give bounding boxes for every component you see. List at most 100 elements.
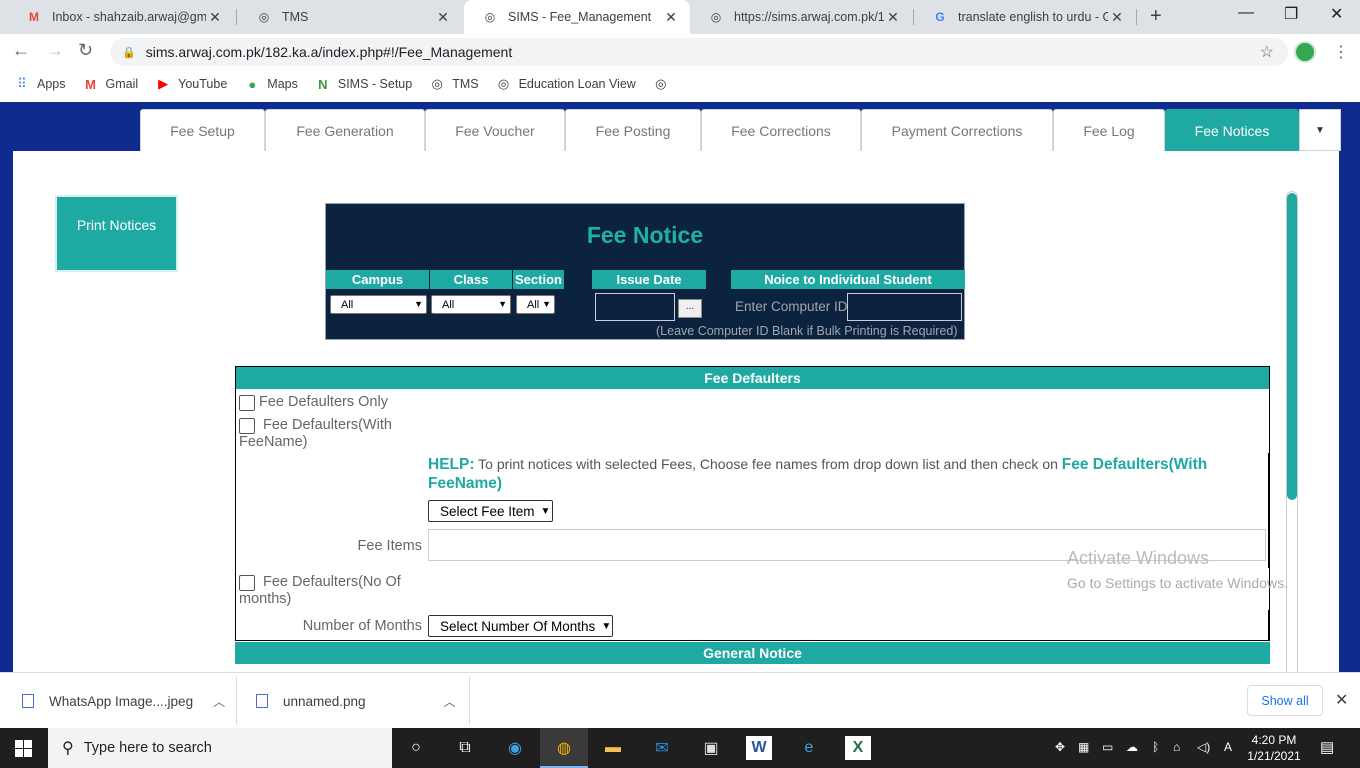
bookmark-education-loan[interactable]: ◎ Education Loan View: [496, 76, 636, 92]
print-notices-button[interactable]: Print Notices: [55, 195, 178, 272]
close-tab-icon[interactable]: ✕: [434, 9, 452, 26]
bookmark-apps[interactable]: ⠿ Apps: [14, 76, 65, 92]
browser-tab-sims-url[interactable]: ◎ https://sims.arwaj.com.pk/182 ✕: [690, 0, 912, 34]
clock-date: 1/21/2021: [1247, 749, 1301, 763]
tab-fee-setup[interactable]: Fee Setup: [140, 109, 265, 151]
chevron-up-icon[interactable]: ︿: [444, 693, 456, 710]
notifications-icon[interactable]: ▤: [1320, 738, 1334, 756]
campus-header: Campus: [326, 270, 429, 289]
edge-icon[interactable]: ◉: [502, 736, 528, 760]
fee-defaulters-only-checkbox[interactable]: [239, 395, 255, 411]
task-view-icon[interactable]: ⧉: [452, 736, 478, 760]
issue-date-input[interactable]: [595, 293, 675, 321]
taskbar-search-box[interactable]: ⚲ Type here to search: [48, 728, 392, 768]
browser-tab-google[interactable]: G translate english to urdu - Goo ✕: [914, 0, 1136, 34]
fee-defaulters-section: Fee Defaulters Fee Defaulters Only Fee D…: [235, 366, 1270, 641]
select-fee-item-dropdown[interactable]: Select Fee Item ▼: [428, 500, 553, 522]
tab-fee-notices[interactable]: Fee Notices: [1165, 109, 1299, 151]
download-item[interactable]: unnamed.png ︿: [256, 673, 456, 729]
browser-toolbar: ← → ↻ 🔒 sims.arwaj.com.pk/182.ka.a/index…: [0, 34, 1360, 70]
browser-tab-tms[interactable]: ◎ TMS ✕: [238, 0, 462, 34]
tab-fee-log[interactable]: Fee Log: [1053, 109, 1165, 151]
fee-defaulters-only-label: Fee Defaulters Only: [259, 394, 388, 410]
tray-cloud-icon[interactable]: ☁: [1126, 740, 1138, 754]
store-icon[interactable]: ▣: [698, 736, 724, 760]
scrollbar-thumb[interactable]: [1287, 193, 1297, 500]
network-icon[interactable]: ⌂: [1173, 740, 1180, 754]
sims-icon: N: [318, 76, 328, 92]
chrome-icon[interactable]: ◍: [551, 736, 577, 760]
close-tab-icon[interactable]: ✕: [206, 9, 224, 26]
profile-avatar[interactable]: [1294, 41, 1316, 63]
bookmark-tms[interactable]: ◎ TMS: [429, 76, 479, 92]
chevron-down-icon: ▼: [498, 299, 507, 309]
restore-icon[interactable]: ❐: [1284, 4, 1298, 24]
tab-divider: [236, 9, 237, 25]
computer-id-input[interactable]: [847, 293, 962, 321]
fee-defaulters-with-name-option[interactable]: Fee Defaulters(With FeeName): [239, 417, 419, 451]
class-select[interactable]: All ▼: [431, 295, 511, 314]
tray-app-icon[interactable]: ▦: [1078, 740, 1089, 754]
date-picker-button[interactable]: ...: [678, 299, 702, 318]
tab-fee-voucher[interactable]: Fee Voucher: [425, 109, 565, 151]
close-tab-icon[interactable]: ✕: [662, 9, 680, 26]
chevron-up-icon[interactable]: ︿: [213, 693, 225, 710]
bookmark-label: YouTube: [178, 77, 228, 91]
browser-tab-gmail[interactable]: M Inbox - shahzaib.arwaj@gmail. ✕: [8, 0, 234, 34]
file-explorer-icon[interactable]: ▬: [600, 736, 626, 760]
tab-payment-corrections[interactable]: Payment Corrections: [861, 109, 1053, 151]
bookmark-label: Maps: [267, 77, 298, 91]
new-tab-icon[interactable]: +: [1150, 5, 1162, 28]
excel-icon[interactable]: X: [845, 736, 871, 760]
tab-fee-posting[interactable]: Fee Posting: [565, 109, 701, 151]
bookmark-star-icon[interactable]: ☆: [1260, 42, 1274, 62]
close-tab-icon[interactable]: ✕: [1108, 9, 1126, 26]
campus-select[interactable]: All ▼: [330, 295, 427, 314]
address-bar[interactable]: 🔒 sims.arwaj.com.pk/182.ka.a/index.php#!…: [110, 38, 1288, 66]
close-tab-icon[interactable]: ✕: [884, 9, 902, 26]
bookmark-label: Education Loan View: [518, 77, 636, 91]
main-content: Print Notices Fee Notice Campus Class Se…: [13, 151, 1339, 672]
show-all-button[interactable]: Show all: [1247, 685, 1323, 716]
google-icon: G: [935, 10, 945, 24]
word-icon[interactable]: W: [746, 736, 772, 760]
forward-icon[interactable]: →: [46, 40, 64, 61]
back-icon[interactable]: ←: [12, 40, 30, 61]
download-item[interactable]: WhatsApp Image....jpeg ︿: [22, 673, 225, 729]
section-select[interactable]: All ▼: [516, 295, 555, 314]
close-window-icon[interactable]: ✕: [1330, 4, 1343, 24]
fee-defaulters-only-option[interactable]: Fee Defaulters Only: [239, 394, 388, 411]
internet-explorer-icon[interactable]: e: [796, 736, 822, 760]
reload-icon[interactable]: ↻: [78, 40, 93, 61]
activate-windows-title: Activate Windows: [1067, 548, 1210, 568]
bookmark-youtube[interactable]: ▶ YouTube: [155, 76, 227, 92]
close-downloads-icon[interactable]: ✕: [1335, 690, 1348, 710]
tab-fee-corrections[interactable]: Fee Corrections: [701, 109, 861, 151]
select-number-of-months-dropdown[interactable]: Select Number Of Months ▼: [428, 615, 613, 637]
menu-kebab-icon[interactable]: ⋮: [1333, 42, 1349, 62]
bookmark-untitled[interactable]: ◎: [653, 76, 676, 92]
windows-start-icon[interactable]: [15, 740, 32, 757]
browser-tab-sims[interactable]: ◎ SIMS - Fee_Management ✕: [464, 0, 690, 34]
tab-title: TMS: [282, 10, 309, 24]
fee-defaulters-no-of-months-option[interactable]: Fee Defaulters(No Of months): [239, 574, 419, 608]
tab-fee-generation[interactable]: Fee Generation: [265, 109, 425, 151]
volume-icon[interactable]: ◁): [1197, 740, 1210, 754]
gmail-icon: M: [85, 76, 96, 92]
bookmark-gmail[interactable]: M Gmail: [83, 76, 138, 92]
divider-line: [1268, 610, 1269, 641]
minimize-icon[interactable]: —: [1238, 4, 1254, 22]
taskbar-clock[interactable]: 4:20 PM 1/21/2021: [1238, 732, 1310, 764]
tray-network-app-icon[interactable]: ✥: [1055, 740, 1065, 754]
windows-taskbar: ⚲ Type here to search ○ ⧉ ◉ ◍ ▬ ✉ ▣ W e …: [0, 728, 1360, 768]
language-icon[interactable]: A: [1224, 740, 1232, 754]
mail-icon[interactable]: ✉: [649, 736, 675, 760]
tray-display-icon[interactable]: ▭: [1102, 740, 1113, 754]
tab-title: Inbox - shahzaib.arwaj@gmail.: [52, 10, 206, 24]
bookmark-maps[interactable]: ● Maps: [244, 77, 298, 92]
browser-tab-strip: M Inbox - shahzaib.arwaj@gmail. ✕ ◎ TMS …: [0, 0, 1360, 34]
cortana-icon[interactable]: ○: [403, 736, 429, 760]
bluetooth-icon[interactable]: ᛒ: [1152, 740, 1159, 754]
more-tabs-dropdown[interactable]: ▼: [1299, 109, 1341, 151]
bookmark-sims-setup[interactable]: N SIMS - Setup: [315, 77, 412, 92]
